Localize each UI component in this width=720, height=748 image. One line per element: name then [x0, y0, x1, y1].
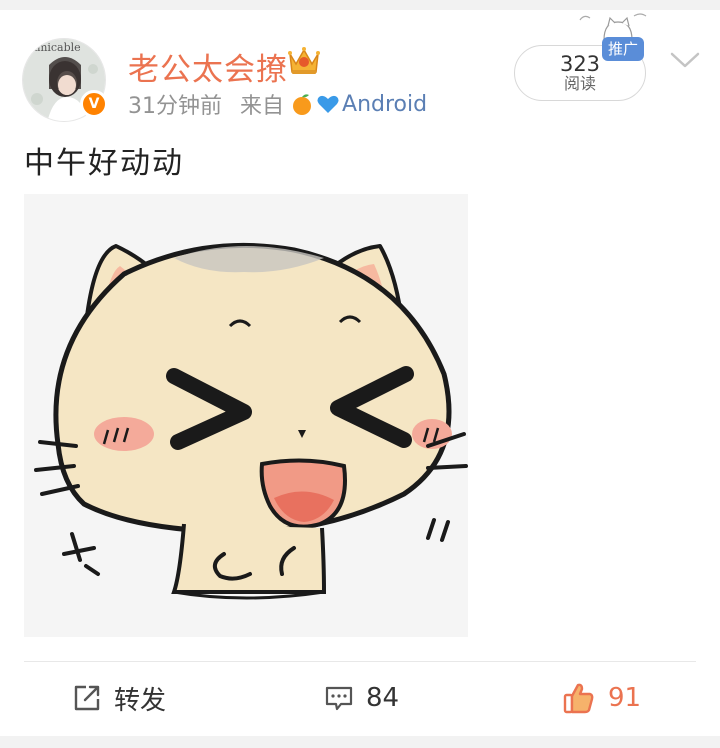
read-count: 323 [559, 52, 601, 76]
source-device-link[interactable]: Android [342, 92, 427, 117]
cat-sticker-image [24, 194, 468, 637]
chevron-down-icon[interactable] [668, 48, 702, 72]
username[interactable]: 老公太会撩 [128, 44, 288, 89]
top-separator [0, 0, 720, 10]
comment-button[interactable]: 84 [324, 678, 399, 718]
blue-heart-icon [317, 95, 339, 113]
like-button[interactable]: 91 [562, 678, 641, 718]
comment-icon [325, 686, 353, 711]
avatar[interactable]: Amicable V [22, 38, 108, 122]
thumbs-up-icon [563, 683, 594, 714]
comment-count: 84 [366, 683, 400, 713]
post-image[interactable] [24, 194, 468, 637]
action-bar-separator [24, 661, 696, 662]
post-time: 31分钟前 [128, 94, 222, 119]
like-count: 91 [608, 683, 642, 713]
avatar-watermark: Amicable [28, 41, 81, 54]
post-meta: 31分钟前 来自 Android [128, 88, 427, 120]
verified-badge-icon: V [80, 90, 108, 118]
read-label: 阅读 [563, 74, 596, 93]
repost-button[interactable]: 转发 [72, 678, 166, 718]
bottom-separator [0, 736, 720, 748]
post-text: 中午好动动 [24, 146, 184, 181]
orange-emoji-icon [293, 94, 312, 115]
source-prefix: 来自 [240, 94, 285, 119]
repost-icon [74, 685, 100, 711]
crown-icon [288, 47, 320, 74]
promo-badge: 推广 [602, 37, 645, 61]
repost-label: 转发 [114, 685, 167, 716]
